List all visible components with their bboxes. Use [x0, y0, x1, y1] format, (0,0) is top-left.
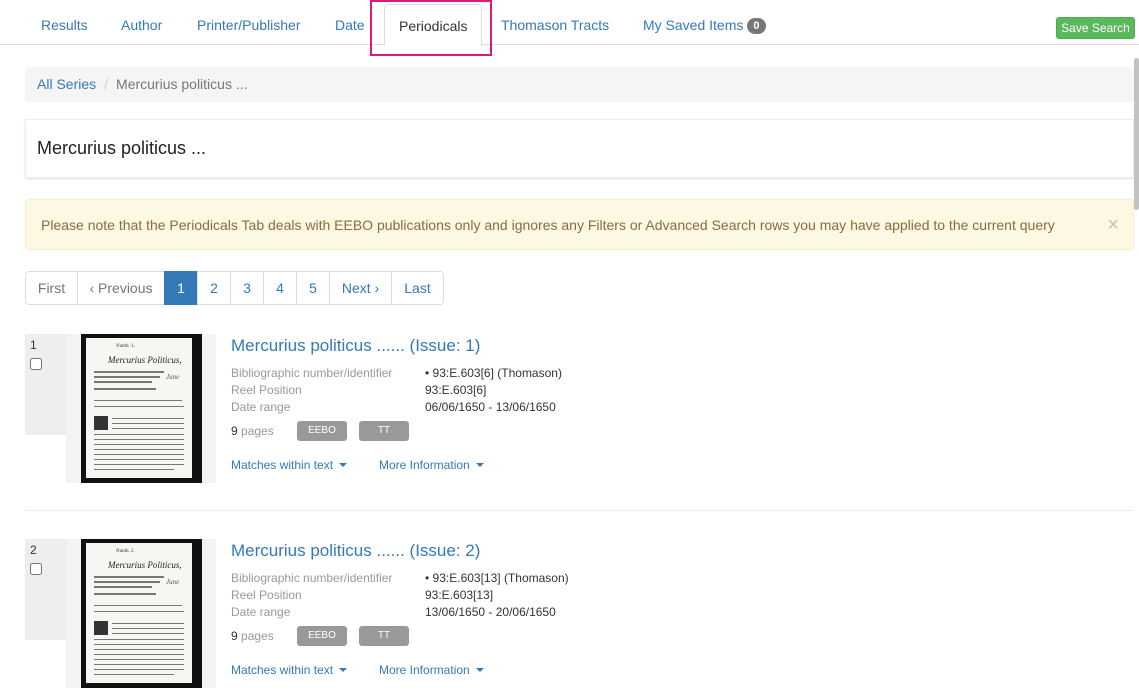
matches-within-text-dropdown[interactable]: Matches within text [231, 663, 348, 677]
alert-text: Please note that the Periodicals Tab dea… [41, 217, 1055, 233]
date-range-value: 06/06/1650 - 13/06/1650 [425, 400, 556, 414]
result-number: 2 [30, 543, 37, 557]
scrollbar[interactable] [1134, 58, 1139, 210]
matches-within-text-label: Matches within text [231, 458, 334, 472]
result-select-checkbox[interactable] [30, 563, 42, 575]
tab-date[interactable]: Date [335, 0, 365, 45]
page-scan-paper: Numb. 2. Mercurius Politicus, June [86, 543, 192, 683]
scan-issue-number: Numb. 2. [116, 549, 135, 554]
page-count-label: pages [241, 424, 274, 438]
save-search-button[interactable]: Save Search [1056, 17, 1135, 39]
matches-within-text-label: Matches within text [231, 663, 334, 677]
result-number: 1 [30, 338, 37, 352]
reel-label: Reel Position [231, 588, 302, 602]
reel-label: Reel Position [231, 383, 302, 397]
result-number-column: 2 [25, 539, 66, 640]
caret-down-icon [339, 668, 348, 672]
result-thumbnail[interactable]: Numb. 2. Mercurius Politicus, June [66, 539, 216, 688]
page-5[interactable]: 5 [296, 271, 330, 305]
page-first[interactable]: First [25, 271, 78, 305]
biblio-value: • 93:E.603[6] (Thomason) [425, 366, 562, 380]
scan-initial-letter [94, 416, 108, 430]
breadcrumb-current: Mercurius politicus ... [116, 76, 248, 92]
tab-bar: Results Author Printer/Publisher Date Pe… [0, 0, 1139, 46]
caret-down-icon [339, 463, 348, 467]
page-scan-paper: Numb. 1. Mercurius Politicus, June [86, 338, 192, 478]
reel-value: 93:E.603[6] [425, 383, 487, 397]
page-count: 9 pages [231, 424, 274, 438]
tab-author[interactable]: Author [121, 0, 162, 45]
more-information-dropdown[interactable]: More Information [379, 458, 484, 472]
result-title-link[interactable]: Mercurius politicus ...... (Issue: 2) [231, 541, 480, 561]
tab-thomason-tracts[interactable]: Thomason Tracts [501, 0, 609, 45]
page-2[interactable]: 2 [197, 271, 231, 305]
caret-down-icon [475, 463, 484, 467]
tt-tag[interactable]: TT [359, 421, 409, 441]
biblio-value-text: 93:E.603[13] (Thomason) [432, 571, 569, 585]
tab-my-saved-items-label: My Saved Items [643, 17, 744, 33]
tab-my-saved-items[interactable]: My Saved Items 0 [643, 0, 766, 45]
reel-value: 93:E.603[13] [425, 588, 494, 602]
scan-handwriting: June [166, 578, 180, 586]
page-4[interactable]: 4 [263, 271, 297, 305]
result-title-link[interactable]: Mercurius politicus ...... (Issue: 1) [231, 336, 480, 356]
periodicals-notice-alert: Please note that the Periodicals Tab dea… [25, 199, 1134, 250]
page-scan-image: Numb. 1. Mercurius Politicus, June [81, 334, 202, 483]
page-1[interactable]: 1 [164, 271, 198, 305]
page-next[interactable]: Next › [329, 271, 392, 305]
page-count-value: 9 [231, 629, 238, 643]
scan-handwriting: June [166, 373, 180, 381]
page-scan-image: Numb. 2. Mercurius Politicus, June [81, 539, 202, 688]
scan-masthead: Mercurius Politicus, [108, 560, 182, 570]
eebo-tag[interactable]: EEBO [297, 421, 347, 441]
date-range-label: Date range [231, 400, 291, 414]
biblio-label: Bibliographic number/identifier [231, 366, 393, 380]
scan-masthead: Mercurius Politicus, [108, 355, 182, 365]
tab-results[interactable]: Results [41, 0, 88, 45]
page-last[interactable]: Last [391, 271, 444, 305]
breadcrumb: All Series / Mercurius politicus ... [25, 67, 1134, 102]
page-title: Mercurius politicus ... [37, 138, 207, 158]
page-count-value: 9 [231, 424, 238, 438]
biblio-value-text: 93:E.603[6] (Thomason) [432, 366, 562, 380]
biblio-label: Bibliographic number/identifier [231, 571, 393, 585]
tab-printer-publisher[interactable]: Printer/Publisher [197, 0, 301, 45]
breadcrumb-separator: / [104, 76, 109, 92]
series-title-panel: Mercurius politicus ... [25, 119, 1134, 178]
result-thumbnail[interactable]: Numb. 1. Mercurius Politicus, June [66, 334, 216, 483]
date-range-value: 13/06/1650 - 20/06/1650 [425, 605, 556, 619]
result-number-column: 1 [25, 334, 66, 435]
scan-initial-letter [94, 621, 108, 635]
close-icon[interactable]: × [1107, 200, 1119, 251]
breadcrumb-all-series-link[interactable]: All Series [37, 76, 96, 92]
saved-items-count-badge: 0 [747, 18, 766, 34]
page-3[interactable]: 3 [230, 271, 264, 305]
pagination: First ‹ Previous 1 2 3 4 5 Next › Last [25, 271, 444, 305]
page-count: 9 pages [231, 629, 274, 643]
caret-down-icon [475, 668, 484, 672]
result-divider [25, 510, 1134, 511]
eebo-tag[interactable]: EEBO [297, 626, 347, 646]
matches-within-text-dropdown[interactable]: Matches within text [231, 458, 348, 472]
more-information-label: More Information [379, 458, 470, 472]
scan-issue-number: Numb. 1. [116, 344, 135, 349]
result-select-checkbox[interactable] [30, 358, 42, 370]
page-count-label: pages [241, 629, 274, 643]
tt-tag[interactable]: TT [359, 626, 409, 646]
tab-periodicals[interactable]: Periodicals [384, 4, 483, 46]
date-range-label: Date range [231, 605, 291, 619]
more-information-label: More Information [379, 663, 470, 677]
more-information-dropdown[interactable]: More Information [379, 663, 484, 677]
page-previous[interactable]: ‹ Previous [77, 271, 165, 305]
biblio-value: • 93:E.603[13] (Thomason) [425, 571, 569, 585]
